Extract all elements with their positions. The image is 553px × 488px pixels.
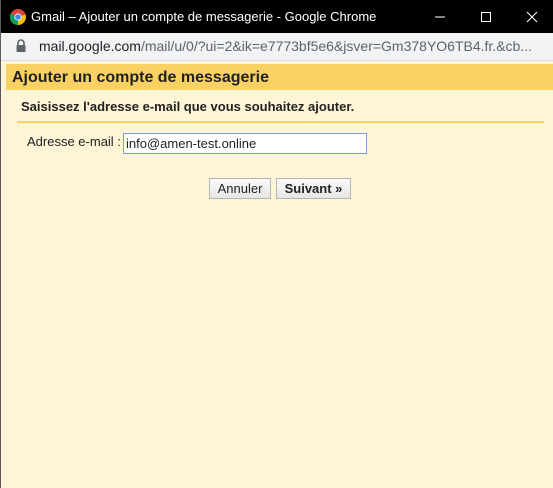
window-title: Gmail – Ajouter un compte de messagerie …	[31, 9, 377, 24]
lock-icon	[16, 39, 26, 52]
minimize-icon	[435, 16, 445, 18]
maximize-button[interactable]	[463, 0, 509, 33]
window-titlebar[interactable]: Gmail – Ajouter un compte de messagerie …	[1, 0, 553, 33]
email-label: Adresse e-mail :	[27, 134, 121, 149]
address-bar[interactable]: mail.google.com/mail/u/0/?ui=2&ik=e7773b…	[1, 33, 553, 61]
section-divider	[17, 121, 544, 123]
close-button[interactable]	[509, 0, 553, 33]
chrome-icon	[10, 9, 26, 25]
instruction-text: Saisissez l'adresse e-mail que vous souh…	[21, 99, 355, 114]
maximize-icon	[481, 12, 491, 22]
dialog-title: Ajouter un compte de messagerie	[12, 69, 269, 86]
dialog-header: Ajouter un compte de messagerie	[6, 64, 553, 90]
minimize-button[interactable]	[417, 0, 463, 33]
url-host: mail.google.com	[39, 38, 141, 54]
email-field[interactable]	[123, 133, 367, 154]
cancel-button[interactable]: Annuler	[209, 178, 271, 199]
url-path: /mail/u/0/?ui=2&ik=e7773bf5e6&jsver=Gm37…	[140, 38, 532, 54]
url-text[interactable]: mail.google.com/mail/u/0/?ui=2&ik=e7773b…	[39, 38, 549, 55]
chrome-popup-window: Gmail – Ajouter un compte de messagerie …	[0, 0, 553, 488]
next-button[interactable]: Suivant »	[276, 178, 351, 199]
close-icon	[526, 11, 538, 23]
